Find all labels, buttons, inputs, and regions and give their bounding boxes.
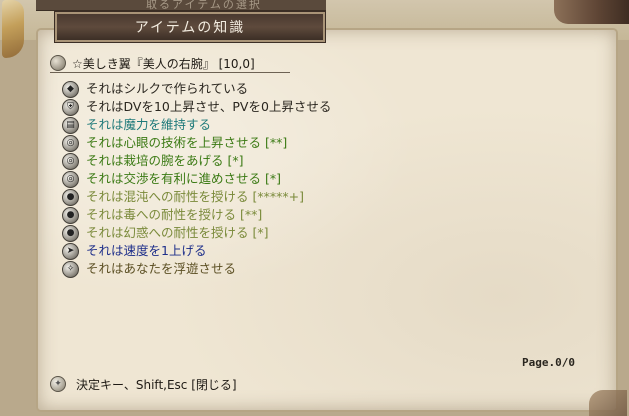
item-icon [50, 55, 66, 71]
property-row: ◎ それは交渉を有利に進めさせる [*] [62, 170, 422, 188]
property-row: ● それは混沌への耐性を授ける [*****+] [62, 188, 422, 206]
background-window-title: 取るアイテムの選択 [146, 0, 262, 11]
background-window: 取るアイテムの選択 [36, 0, 326, 11]
property-row: ◎ それは栽培の腕をあげる [*] [62, 152, 422, 170]
property-row: ➤ それは速度を1上げる [62, 242, 422, 260]
property-text: それは混沌への耐性を授ける [*****+] [86, 189, 304, 204]
property-text: それは栽培の腕をあげる [*] [86, 153, 244, 168]
hint-bulb-icon: ✦ [50, 376, 66, 392]
property-text: それは速度を1上げる [86, 243, 207, 258]
property-text: それはあなたを浮遊させる [86, 261, 237, 276]
corner-ornament-bottom [589, 390, 627, 416]
resist-icon: ● [62, 207, 79, 224]
speed-icon: ➤ [62, 243, 79, 260]
property-row: ● それは毒への耐性を授ける [**] [62, 206, 422, 224]
property-row: ● それは幻惑への耐性を授ける [*] [62, 224, 422, 242]
property-text: それは魔力を維持する [86, 117, 212, 132]
page-indicator: Page.0/0 [522, 356, 575, 369]
window-title: アイテムの知識 [134, 20, 246, 36]
property-row: ⛨ それはDVを10上昇させ、PVを0上昇させる [62, 98, 422, 116]
property-text: それは幻惑への耐性を授ける [*] [86, 225, 269, 240]
footer-hint: 決定キー、Shift,Esc [閉じる] [76, 378, 237, 392]
property-row: ✧ それはあなたを浮遊させる [62, 260, 422, 278]
skill-icon: ◎ [62, 135, 79, 152]
property-text: それはシルクで作られている [86, 81, 249, 96]
skill-icon: ◎ [62, 171, 79, 188]
resist-icon: ● [62, 225, 79, 242]
resist-icon: ● [62, 189, 79, 206]
property-text: それは毒への耐性を授ける [**] [86, 207, 263, 222]
quill-icon [2, 0, 24, 58]
silk-icon: ◆ [62, 81, 79, 98]
corner-ornament [554, 0, 629, 24]
item-name: ☆美しき翼『美人の右腕』 [10,0] [72, 57, 255, 71]
armor-icon: ⛨ [62, 99, 79, 116]
property-row: ▤ それは魔力を維持する [62, 116, 422, 134]
property-text: それは心眼の技術を上昇させる [**] [86, 135, 288, 150]
footer: ✦ 決定キー、Shift,Esc [閉じる] [50, 376, 590, 392]
property-row: ◆ それはシルクで作られている [62, 80, 422, 98]
property-text: それはDVを10上昇させ、PVを0上昇させる [86, 99, 332, 114]
cloth-icon: ▤ [62, 117, 79, 134]
float-icon: ✧ [62, 261, 79, 278]
skill-icon: ◎ [62, 153, 79, 170]
property-list: ◆ それはシルクで作られている ⛨ それはDVを10上昇させ、PVを0上昇させる ▤ それ… [62, 80, 422, 278]
window-titlebar: アイテムの知識 [55, 12, 325, 42]
property-text: それは交渉を有利に進めさせる [*] [86, 171, 281, 186]
property-row: ◎ それは心眼の技術を上昇させる [**] [62, 134, 422, 152]
item-header: ☆美しき翼『美人の右腕』 [10,0] [50, 54, 290, 73]
